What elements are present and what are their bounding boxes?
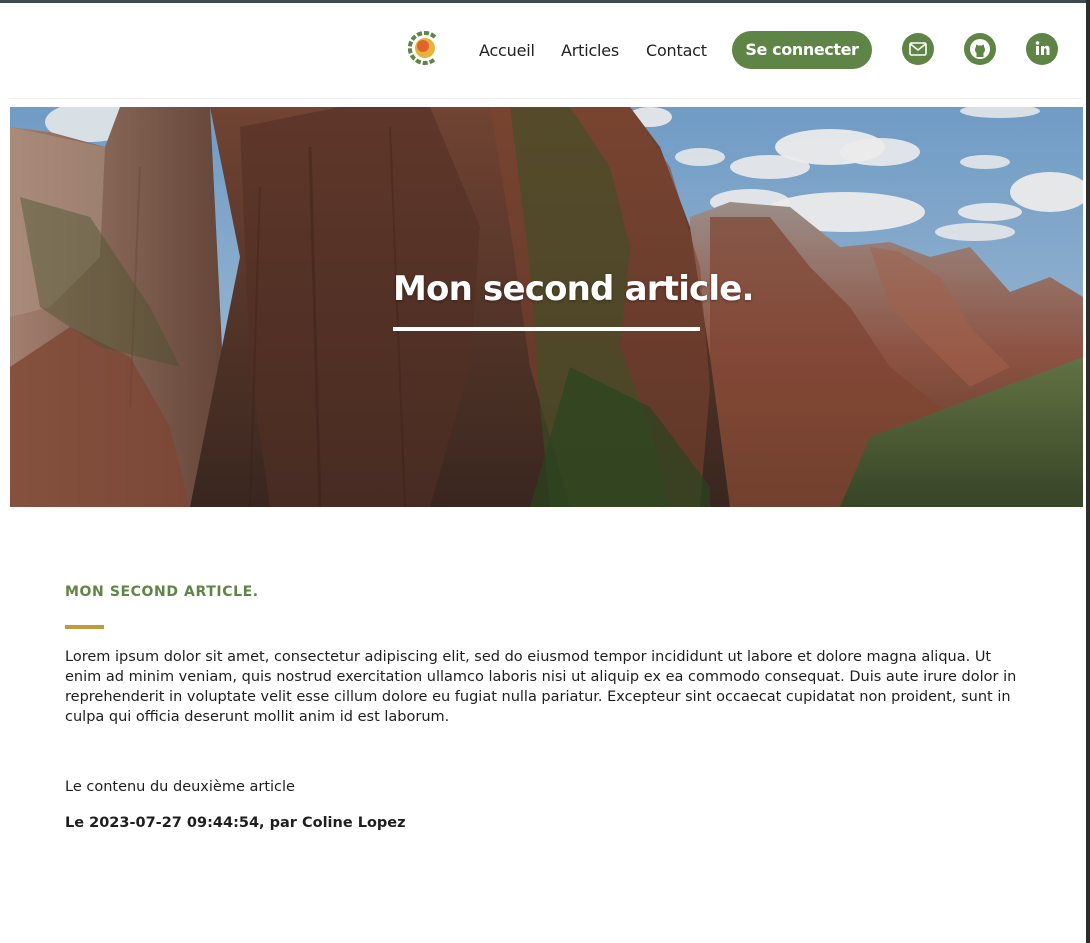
mail-icon[interactable]	[902, 33, 934, 65]
nav-link-articles[interactable]: Articles	[561, 41, 619, 60]
hero-banner: Mon second article.	[10, 107, 1083, 507]
page: Accueil Articles Contact Se connecter Mo…	[0, 0, 1090, 943]
article-lorem-paragraph: Lorem ipsum dolor sit amet, consectetur …	[65, 649, 1017, 725]
nav-link-accueil[interactable]: Accueil	[479, 41, 535, 60]
article-content: Le contenu du deuxième article	[65, 779, 295, 795]
linkedin-icon[interactable]	[1026, 33, 1058, 65]
hero-title: Mon second article.	[393, 269, 754, 309]
window-edge	[1086, 0, 1090, 943]
article-meta: Le 2023-07-27 09:44:54, par Coline Lopez	[65, 815, 406, 831]
nav-link-contact[interactable]: Contact	[646, 41, 707, 60]
github-icon[interactable]	[964, 33, 996, 65]
site-logo-icon[interactable]	[407, 28, 442, 68]
hero-title-underline	[393, 327, 700, 331]
site-header: Accueil Articles Contact Se connecter	[10, 3, 1083, 99]
article-heading: MON SECOND ARTICLE.	[65, 584, 259, 600]
article-heading-rule	[65, 625, 104, 629]
login-button[interactable]: Se connecter	[732, 31, 872, 69]
